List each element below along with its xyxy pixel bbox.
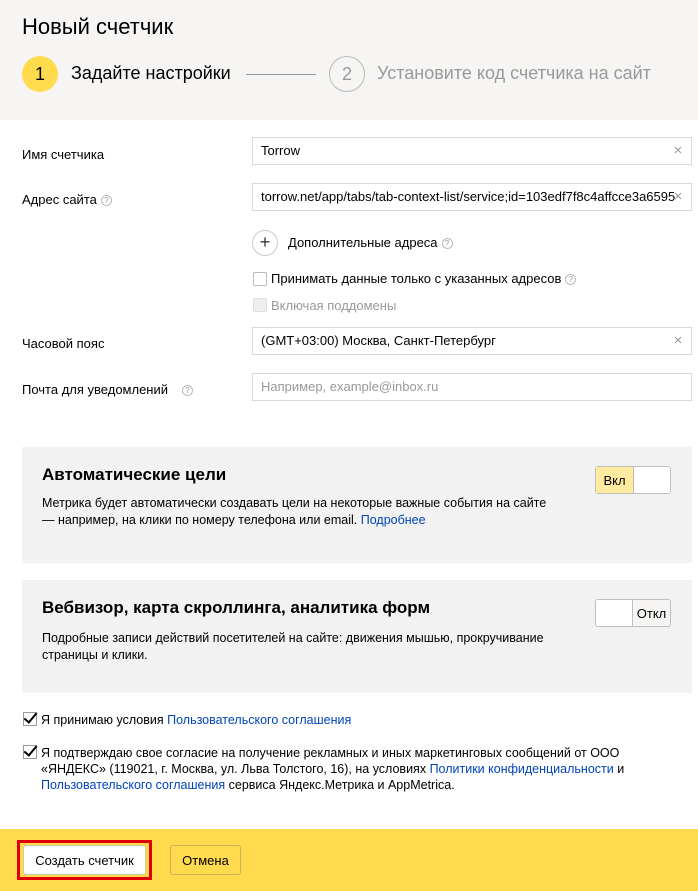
agree-marketing-and: и: [617, 762, 625, 776]
cancel-button[interactable]: Отмена: [170, 845, 241, 875]
help-icon[interactable]: ?: [441, 238, 453, 250]
agree-marketing-text: Я подтверждаю свое согласие на получение…: [41, 745, 661, 777]
auto-goals-title: Автоматические цели: [42, 465, 227, 484]
step-1-circle: 1: [22, 56, 58, 92]
site-address-label: Адрес сайта: [22, 192, 97, 207]
only-specified-row: Принимать данные только с указанных адре…: [271, 271, 577, 286]
additional-addresses-row: Дополнительные адреса?: [288, 235, 453, 250]
agree-marketing-checkbox[interactable]: [23, 745, 37, 759]
include-subdomains-checkbox[interactable]: [253, 298, 267, 312]
counter-name-value: Torrow: [261, 143, 301, 158]
agree-terms-label: Я принимаю условия: [41, 713, 164, 727]
email-placeholder: Например, example@inbox.ru: [261, 379, 439, 394]
agree-terms-checkbox[interactable]: [23, 712, 37, 726]
toggle-on-label: Вкл: [596, 467, 633, 493]
agree-marketing-service: сервиса Яндекс.Метрика и AppMetrica.: [228, 778, 455, 792]
step-2-circle: 2: [329, 56, 365, 92]
step-connector: [246, 74, 316, 75]
toggle-knob: [596, 600, 634, 626]
user-agreement-link[interactable]: Пользовательского соглашения: [167, 713, 351, 727]
site-address-value: torrow.net/app/tabs/tab-context-list/ser…: [261, 189, 676, 204]
auto-goals-desc: Метрика будет автоматически создавать це…: [42, 495, 562, 529]
agree-marketing-text-2: Пользовательского соглашения сервиса Янд…: [41, 777, 455, 793]
step-1-label: Задайте настройки: [71, 63, 231, 83]
additional-addresses-label[interactable]: Дополнительные адреса: [288, 235, 438, 250]
only-specified-checkbox[interactable]: [253, 272, 267, 286]
clear-icon[interactable]: ×: [671, 143, 685, 158]
toggle-knob: [632, 467, 670, 493]
page-header: Новый счетчик 1 Задайте настройки 2 Уста…: [0, 0, 698, 120]
step-2-label: Установите код счетчика на сайт: [377, 63, 651, 83]
help-icon[interactable]: ?: [182, 385, 194, 397]
webvisor-panel: Вебвизор, карта скроллинга, аналитика фо…: [22, 580, 692, 693]
auto-goals-panel: Автоматические цели Метрика будет автома…: [22, 447, 692, 563]
include-subdomains-label: Включая поддомены: [271, 298, 397, 313]
site-address-label-row: Адрес сайта?: [22, 192, 112, 207]
webvisor-toggle[interactable]: Откл: [595, 599, 671, 627]
toggle-off-label: Откл: [633, 600, 670, 626]
add-address-button[interactable]: +: [252, 230, 278, 256]
timezone-label: Часовой пояс: [22, 336, 105, 351]
page-title: Новый счетчик: [22, 14, 174, 39]
auto-goals-toggle[interactable]: Вкл: [595, 466, 671, 494]
only-specified-label: Принимать данные только с указанных адре…: [271, 271, 562, 286]
privacy-policy-link[interactable]: Политики конфиденциальности: [430, 762, 614, 776]
email-label-row: Почта для уведомлений?: [22, 382, 194, 397]
user-agreement-link-2[interactable]: Пользовательского соглашения: [41, 778, 225, 792]
email-input[interactable]: Например, example@inbox.ru: [252, 373, 692, 401]
webvisor-title: Вебвизор, карта скроллинга, аналитика фо…: [42, 598, 431, 617]
help-icon[interactable]: ?: [565, 274, 577, 286]
create-counter-button[interactable]: Создать счетчик: [23, 845, 146, 875]
timezone-value: (GMT+03:00) Москва, Санкт-Петербург: [261, 333, 496, 348]
webvisor-desc: Подробные записи действий посетителей на…: [42, 631, 544, 662]
more-link[interactable]: Подробнее: [361, 513, 426, 527]
counter-name-input[interactable]: Torrow ×: [252, 137, 692, 165]
site-address-input[interactable]: torrow.net/app/tabs/tab-context-list/ser…: [252, 183, 692, 211]
clear-icon[interactable]: ×: [671, 189, 685, 204]
auto-goals-desc-text: Метрика будет автоматически создавать це…: [42, 496, 547, 527]
email-label: Почта для уведомлений: [22, 382, 169, 397]
clear-icon[interactable]: ×: [671, 333, 685, 348]
agree-terms-text: Я принимаю условия Пользовательского сог…: [41, 712, 351, 728]
timezone-select[interactable]: (GMT+03:00) Москва, Санкт-Петербург ×: [252, 327, 692, 355]
help-icon[interactable]: ?: [100, 195, 112, 207]
counter-name-label: Имя счетчика: [22, 147, 105, 162]
